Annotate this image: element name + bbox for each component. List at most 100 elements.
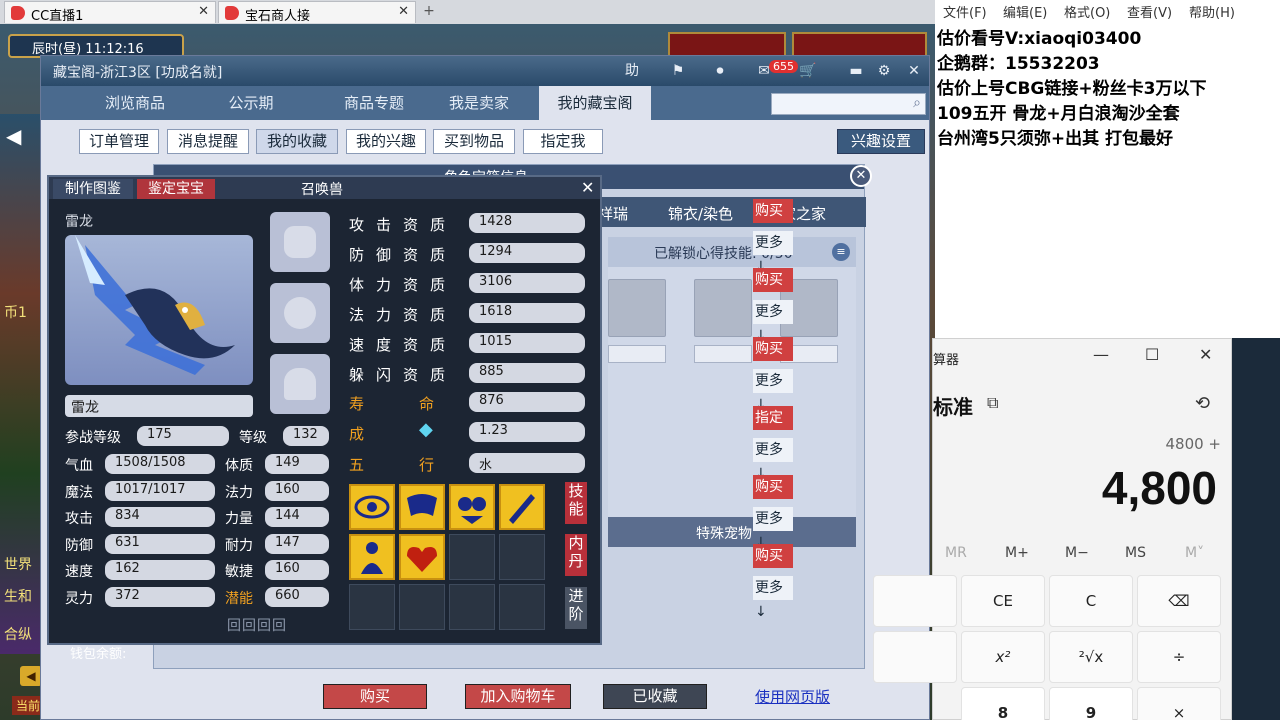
buy-button[interactable]: 购买 [753,268,793,292]
browser-tab-cc-live[interactable]: CC直播1 ✕ [4,1,216,24]
memory-add-button[interactable]: M+ [1005,545,1029,561]
cart-icon[interactable]: 🛒 [797,60,819,82]
key-8[interactable]: 8 [961,687,1045,720]
history-icon[interactable]: ⟲ [1195,393,1210,414]
memory-mr-button[interactable]: MR [945,545,967,561]
arrow-left-icon[interactable]: ◀ [20,666,42,686]
minimize-icon[interactable]: ▬ [845,60,867,82]
tab-outfit[interactable]: 锦衣/染色 [668,203,733,224]
key-reciprocal[interactable] [873,631,957,683]
use-web-version-link[interactable]: 使用网页版 [755,686,830,707]
more-button[interactable]: 更多↓ [753,438,793,482]
tab-browse[interactable]: 浏览商品 [85,86,185,120]
skill-eye-icon[interactable] [349,484,395,530]
note-line[interactable]: 台州湾5只须弥+出其 打包最好 [937,124,1173,149]
help-icon[interactable]: 助 [621,60,643,82]
menu-help[interactable]: 帮助(H) [1189,2,1235,21]
tab-my-pavilion[interactable]: 我的藏宝阁 [539,86,651,120]
buy-button[interactable]: 购买 [753,199,793,223]
skill-slot-empty[interactable] [449,584,495,630]
skill-figure-icon[interactable] [349,534,395,580]
purchase-button[interactable]: 购买 [323,684,427,709]
menu-file[interactable]: 文件(F) [943,2,987,21]
subtab-interests[interactable]: 我的兴趣 [346,129,426,154]
collapse-left-icon[interactable]: ◀ [6,124,21,148]
tab-make-handbook[interactable]: 制作图鉴 [53,179,133,199]
add-to-cart-button[interactable]: 加入购物车 [465,684,571,709]
maximize-icon[interactable]: ☐ [1145,345,1159,364]
key-sqrt[interactable]: ²√x [1049,631,1133,683]
list-menu-icon[interactable]: ≡ [832,243,850,261]
record-icon[interactable]: ⏺ [709,60,731,82]
assign-button[interactable]: 指定 [753,406,793,430]
more-button[interactable]: 更多↓ [753,576,793,620]
note-line[interactable]: 估价上号CBG链接+粉丝卡3万以下 [937,74,1206,99]
tab-auspicious[interactable]: 祥瑞 [598,203,628,224]
note-line[interactable]: 企鹅群：15532203 [937,49,1100,74]
minimize-icon[interactable]: — [1093,345,1109,364]
advance-button[interactable]: 进阶 [565,587,587,629]
menu-format[interactable]: 格式(O) [1064,2,1110,21]
skill-slot-empty[interactable] [349,584,395,630]
subtab-orders[interactable]: 订单管理 [79,129,159,154]
interest-settings-button[interactable]: 兴趣设置 [837,129,925,154]
menu-edit[interactable]: 编辑(E) [1003,2,1047,21]
buy-button[interactable]: 购买 [753,475,793,499]
close-panel-icon[interactable]: ✕ [850,165,872,187]
skill-slot-empty[interactable] [399,584,445,630]
key-9[interactable]: 9 [1049,687,1133,720]
note-line[interactable]: 109五开 骨龙+月白浪淘沙全套 [937,99,1180,124]
equipment-slot-collar[interactable] [270,283,330,343]
buy-button[interactable]: 购买 [753,337,793,361]
key-divide[interactable]: ÷ [1137,631,1221,683]
more-button[interactable]: 更多↓ [753,231,793,275]
more-button[interactable]: 更多↓ [753,507,793,551]
skill-sword-icon[interactable] [499,484,545,530]
equipment-slot-helmet[interactable] [270,212,330,272]
search-input[interactable]: ⌕ [771,93,926,115]
skill-slot-empty[interactable] [499,534,545,580]
equipment-slot-armor[interactable] [270,354,330,414]
key-square[interactable]: x² [961,631,1045,683]
inner-core-button[interactable]: 内丹 [565,534,587,576]
close-icon[interactable]: ✕ [903,60,925,82]
note-line[interactable]: 估价看号V:xiaoqi03400 [937,24,1141,49]
browser-tab-gem-merchant[interactable]: 宝石商人接 ✕ [218,1,416,24]
memory-list-button[interactable]: M˅ [1185,545,1204,561]
memory-store-button[interactable]: MS [1125,545,1146,561]
new-tab-plus-icon[interactable]: + [421,3,437,19]
subtab-messages[interactable]: 消息提醒 [167,129,249,154]
tab-seller[interactable]: 我是卖家 [431,86,527,120]
collected-button[interactable]: 已收藏 [603,684,707,709]
buy-button[interactable]: 购买 [753,544,793,568]
tab-topics[interactable]: 商品专题 [319,86,429,120]
key-ce[interactable]: CE [961,575,1045,627]
subtab-favorites[interactable]: 我的收藏 [256,129,338,154]
keep-on-top-icon[interactable]: ⧉ [987,393,998,413]
key-c[interactable]: C [1049,575,1133,627]
skill-slot-empty[interactable] [499,584,545,630]
tab-appraise-pet[interactable]: 鉴定宝宝 [137,179,215,199]
memory-subtract-button[interactable]: M− [1065,545,1089,561]
key-multiply[interactable]: × [1137,687,1221,720]
close-tab-icon[interactable]: ✕ [398,4,409,19]
tab-public[interactable]: 公示期 [201,86,301,120]
key-percent[interactable] [873,575,957,627]
key-backspace[interactable]: ⌫ [1137,575,1221,627]
close-icon[interactable]: ✕ [581,178,594,197]
close-icon[interactable]: ✕ [1199,345,1212,364]
subtab-assigned[interactable]: 指定我 [523,129,603,154]
settings-gear-icon[interactable]: ⚙ [873,60,895,82]
flag-icon[interactable]: ⚑ [667,60,689,82]
more-button[interactable]: 更多↓ [753,300,793,344]
close-tab-icon[interactable]: ✕ [198,4,209,19]
skill-owl-icon[interactable] [449,484,495,530]
subtab-bought[interactable]: 买到物品 [433,129,515,154]
skill-slot[interactable] [694,279,752,337]
menu-view[interactable]: 查看(V) [1127,2,1172,21]
skill-heart-icon[interactable] [399,534,445,580]
skills-button[interactable]: 技能 [565,482,587,524]
skill-slot-empty[interactable] [449,534,495,580]
search-icon[interactable]: ⌕ [913,95,921,111]
skill-claw-icon[interactable] [399,484,445,530]
